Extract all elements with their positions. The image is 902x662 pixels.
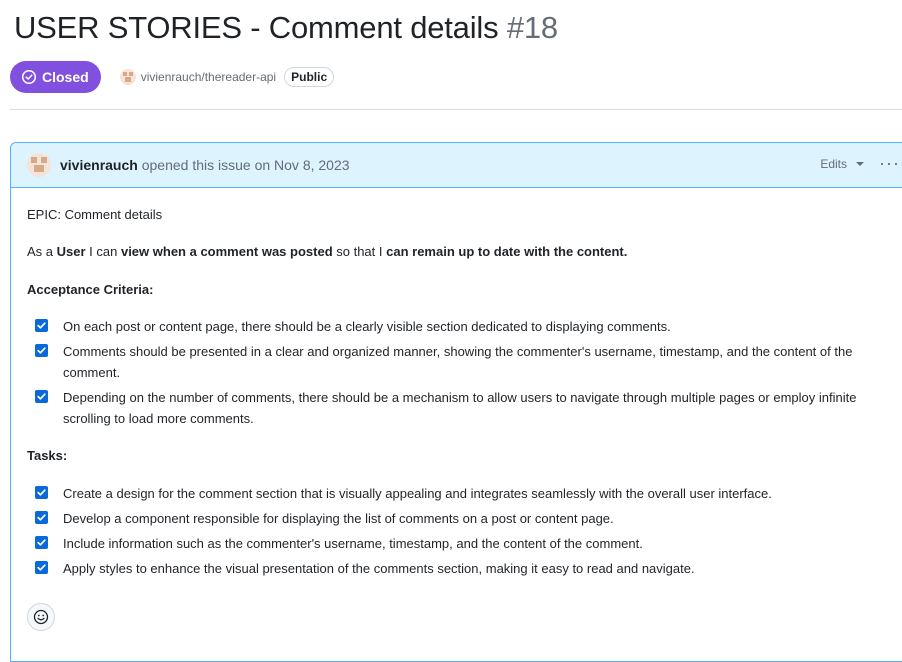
checkbox-checked-icon[interactable] [35, 511, 48, 524]
story-bold: can remain up to date with the content. [386, 244, 628, 259]
task-list-item: Develop a component responsible for disp… [35, 508, 897, 529]
story-text: As a [27, 244, 57, 259]
task-text: Create a design for the comment section … [63, 486, 772, 501]
checkbox-checked-icon[interactable] [35, 319, 48, 332]
state-badge: Closed [10, 61, 101, 93]
task-text: Depending on the number of comments, the… [63, 390, 857, 426]
story-bold: view when a comment was posted [120, 244, 333, 259]
epic-line: EPIC: Comment details [27, 207, 163, 222]
story-text: I can [85, 244, 121, 259]
checkbox-checked-icon[interactable] [35, 486, 48, 499]
kebab-horizontal-icon[interactable]: ··· [879, 154, 900, 172]
story-bold: User [56, 244, 86, 259]
task-list-item: Include information such as the commente… [35, 533, 897, 554]
task-list-item: Apply styles to enhance the visual prese… [35, 558, 897, 579]
tasks-heading: Tasks: [27, 447, 67, 465]
task-list-item: Comments should be presented in a clear … [35, 341, 897, 383]
issue-title-row: USER STORIES - Comment details #18 [14, 9, 558, 47]
issue-title: USER STORIES - Comment details [14, 10, 499, 45]
checkbox-checked-icon[interactable] [35, 390, 48, 403]
issue-comment: vivienrauch opened this issue on Nov 8, … [10, 142, 902, 662]
triangle-down-icon [856, 162, 864, 166]
task-text: On each post or content page, there shou… [63, 319, 671, 334]
visibility-badge: Public [284, 67, 335, 87]
add-reaction-button[interactable] [27, 603, 55, 631]
edits-label: Edits [820, 157, 847, 171]
task-list-item: On each post or content page, there shou… [35, 316, 897, 337]
story-text: so that I [332, 244, 387, 259]
check-circle-icon [21, 69, 37, 85]
author-link[interactable]: vivienrauch [60, 157, 138, 173]
user-story: As a User I can view when a comment was … [27, 243, 627, 261]
tasks-heading-text: Tasks: [27, 448, 68, 463]
task-text: Comments should be presented in a clear … [63, 344, 853, 380]
author-avatar[interactable] [27, 153, 51, 177]
comment-header-text: vivienrauch opened this issue on Nov 8, … [60, 157, 350, 173]
header-divider [10, 109, 902, 110]
checkbox-checked-icon[interactable] [35, 536, 48, 549]
issue-number: #18 [506, 10, 558, 45]
checkbox-checked-icon[interactable] [35, 561, 48, 574]
repo-owner-avatar[interactable] [119, 69, 136, 85]
edits-dropdown[interactable]: Edits [820, 157, 864, 171]
opened-text: opened this issue on Nov 8, 2023 [137, 157, 350, 173]
task-list-item: Create a design for the comment section … [35, 483, 897, 504]
state-label: Closed [42, 69, 89, 85]
task-list-item: Depending on the number of comments, the… [35, 387, 897, 429]
comment-header: vivienrauch opened this issue on Nov 8, … [11, 143, 902, 188]
criteria-heading: Acceptance Criteria: [27, 281, 153, 299]
task-text: Apply styles to enhance the visual prese… [63, 561, 695, 576]
task-text: Develop a component responsible for disp… [63, 511, 614, 526]
criteria-heading-text: Acceptance Criteria: [27, 282, 154, 297]
issue-meta: Closed vivienrauch/thereader-api Public [10, 61, 335, 93]
smiley-icon [33, 609, 49, 625]
task-text: Include information such as the commente… [63, 536, 643, 551]
repo-link[interactable]: vivienrauch/thereader-api [141, 70, 276, 84]
checkbox-checked-icon[interactable] [35, 344, 48, 357]
